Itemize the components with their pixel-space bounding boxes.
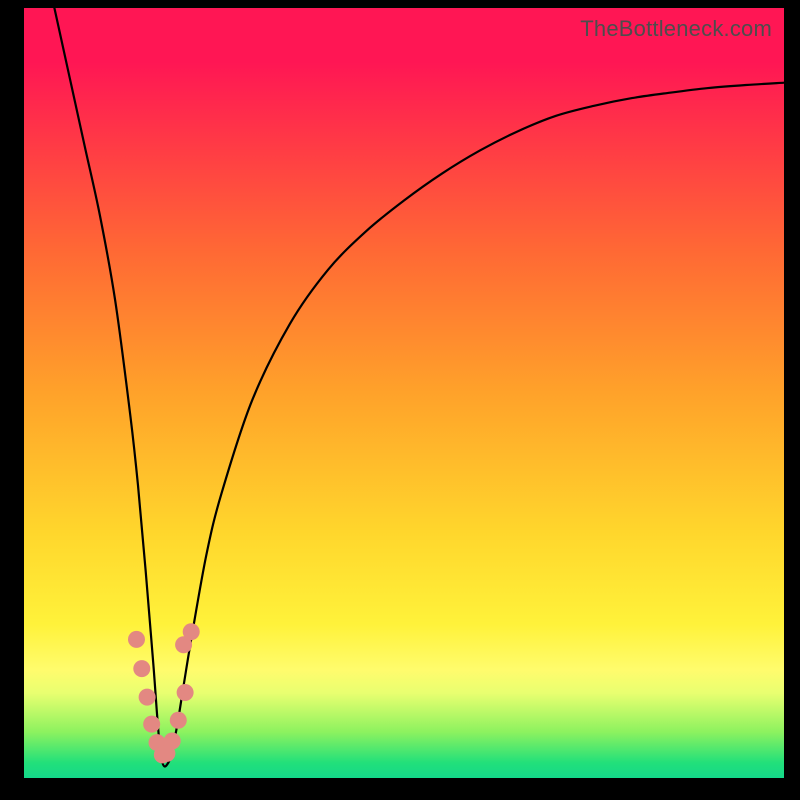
marker-dot — [164, 733, 181, 750]
marker-dots — [128, 623, 200, 763]
curve-layer — [24, 8, 784, 778]
marker-dot — [128, 631, 145, 648]
marker-dot — [177, 684, 194, 701]
chart-frame: TheBottleneck.com — [0, 0, 800, 800]
marker-dot — [139, 689, 156, 706]
marker-dot — [170, 712, 187, 729]
marker-dot — [183, 623, 200, 640]
marker-dot — [143, 716, 160, 733]
marker-dot — [133, 660, 150, 677]
plot-area: TheBottleneck.com — [24, 8, 784, 778]
bottleneck-curve — [54, 8, 784, 766]
